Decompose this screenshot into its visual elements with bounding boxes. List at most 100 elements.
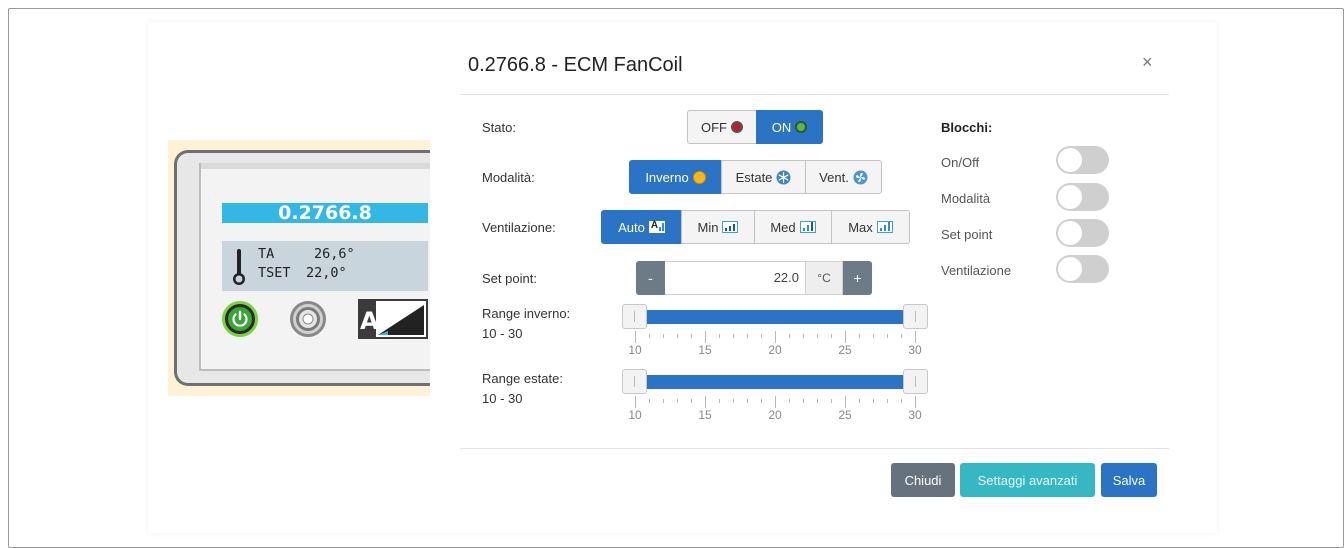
slider-tick — [859, 334, 860, 338]
settaggi-avanzati-button[interactable]: Settaggi avanzati — [960, 463, 1095, 497]
slider-tick — [915, 331, 916, 343]
close-icon[interactable]: × — [1142, 52, 1153, 73]
estate-label: Estate — [735, 169, 773, 185]
vent-max-button[interactable]: Max — [831, 210, 910, 244]
slider-tick — [915, 396, 916, 408]
max-label: Max — [848, 219, 873, 235]
slider-tick — [649, 334, 650, 338]
inverno-label: Inverno — [645, 169, 689, 185]
slider-tick — [901, 334, 902, 338]
salva-button[interactable]: Salva — [1101, 463, 1157, 497]
slider-min-handle[interactable] — [622, 369, 647, 394]
modalita-inverno-button[interactable]: Inverno — [629, 160, 722, 194]
blocco-onoff-toggle[interactable] — [1056, 146, 1109, 174]
footer-divider — [460, 448, 1169, 449]
setpoint-decrease-button[interactable]: - — [636, 261, 665, 295]
slider-tick — [719, 334, 720, 338]
bars-med-icon — [799, 221, 816, 233]
med-label: Med — [770, 219, 796, 235]
blocco-modalita-label: Modalità — [941, 191, 991, 206]
stato-label: Stato: — [482, 120, 516, 135]
red-dot-icon — [731, 121, 743, 133]
range-estate-value: 10 - 30 — [482, 391, 523, 406]
slider-tick — [635, 331, 636, 343]
slider-tick — [887, 334, 888, 338]
green-dot-icon — [795, 121, 808, 133]
slider-tick — [649, 399, 650, 403]
slider-tick — [803, 399, 804, 403]
slider-tick — [901, 399, 902, 403]
blocco-onoff-label: On/Off — [941, 155, 980, 170]
slider-tick — [691, 399, 692, 403]
slider-tick — [733, 334, 734, 338]
lcd-tset-label: TSET — [258, 265, 291, 281]
slider-tick-label: 10 — [628, 343, 642, 357]
slider-tick — [845, 396, 846, 408]
slider-tick — [775, 396, 776, 408]
blocchi-title: Blocchi: — [941, 120, 993, 135]
blocco-modalita-toggle[interactable] — [1056, 183, 1109, 211]
modalita-label: Modalità: — [482, 170, 535, 185]
slider-tick — [775, 331, 776, 343]
slider-tick — [873, 334, 874, 338]
slider-tick-label: 20 — [768, 408, 782, 422]
slider-tick — [831, 399, 832, 403]
slider-tick — [635, 396, 636, 408]
slider-tick — [677, 334, 678, 338]
min-label: Min — [697, 219, 719, 235]
device-preview: 0.2766.8 TA 26,6° TSET 22,0° A — [168, 140, 430, 396]
setpoint-input[interactable]: 22.0 — [665, 261, 806, 295]
auto-bars-icon: A — [648, 220, 665, 233]
setpoint-increase-button[interactable]: + — [843, 261, 872, 295]
device-power-button — [222, 301, 258, 337]
slider-tick — [747, 399, 748, 403]
lcd-row-tset: TSET 22,0° — [258, 265, 347, 281]
modalita-vent-button[interactable]: Vent. — [805, 160, 882, 194]
lcd-ta-value: 26,6° — [314, 246, 355, 262]
stato-off-button[interactable]: OFF — [687, 110, 757, 144]
slider-tick — [719, 399, 720, 403]
slider-tick — [663, 399, 664, 403]
bars-max-icon — [876, 221, 893, 233]
slider-tick — [831, 334, 832, 338]
stato-toggle-group: OFF ON — [687, 110, 823, 144]
stato-off-label: OFF — [701, 119, 727, 135]
device-auto-speed-icon: A — [358, 299, 428, 339]
slider-tick-label: 25 — [838, 343, 852, 357]
modalita-toggle-group: Inverno Estate Vent. — [629, 160, 882, 194]
setpoint-unit: °C — [806, 261, 843, 295]
slider-max-handle[interactable] — [903, 369, 928, 394]
device-fan-button — [290, 301, 326, 337]
vent-min-button[interactable]: Min — [681, 210, 755, 244]
slider-tick — [691, 334, 692, 338]
range-estate-slider[interactable]: 10 15 20 25 30 — [622, 369, 928, 422]
vent-auto-button[interactable]: Auto A — [601, 210, 682, 244]
header-divider — [460, 94, 1169, 95]
slider-max-handle[interactable] — [903, 304, 928, 329]
slider-track — [636, 310, 914, 324]
slider-min-handle[interactable] — [622, 304, 647, 329]
bars-min-icon — [722, 221, 739, 233]
slider-tick — [873, 399, 874, 403]
device-id-display: 0.2766.8 — [222, 203, 428, 223]
modal-title: 0.2766.8 - ECM FanCoil — [468, 54, 683, 76]
chiudi-button[interactable]: Chiudi — [891, 463, 955, 497]
stato-on-button[interactable]: ON — [756, 110, 823, 144]
modalita-estate-button[interactable]: Estate — [721, 160, 806, 194]
range-inverno-label: Range inverno: — [482, 306, 571, 321]
stato-on-label: ON — [771, 119, 792, 135]
slider-tick — [887, 399, 888, 403]
lcd-row-ta: TA 26,6° — [258, 246, 355, 262]
slider-tick — [761, 399, 762, 403]
slider-tick — [761, 334, 762, 338]
vent-med-button[interactable]: Med — [754, 210, 832, 244]
blocco-setpoint-label: Set point — [941, 227, 993, 242]
blocco-ventilazione-label: Ventilazione — [941, 263, 1012, 278]
slider-tick-label: 10 — [628, 408, 642, 422]
range-inverno-slider[interactable]: 10 15 20 25 30 — [622, 304, 928, 357]
slider-tick — [859, 399, 860, 403]
slider-tick — [747, 334, 748, 338]
slider-tick — [733, 399, 734, 403]
blocco-ventilazione-toggle[interactable] — [1056, 255, 1109, 283]
blocco-setpoint-toggle[interactable] — [1056, 219, 1109, 247]
